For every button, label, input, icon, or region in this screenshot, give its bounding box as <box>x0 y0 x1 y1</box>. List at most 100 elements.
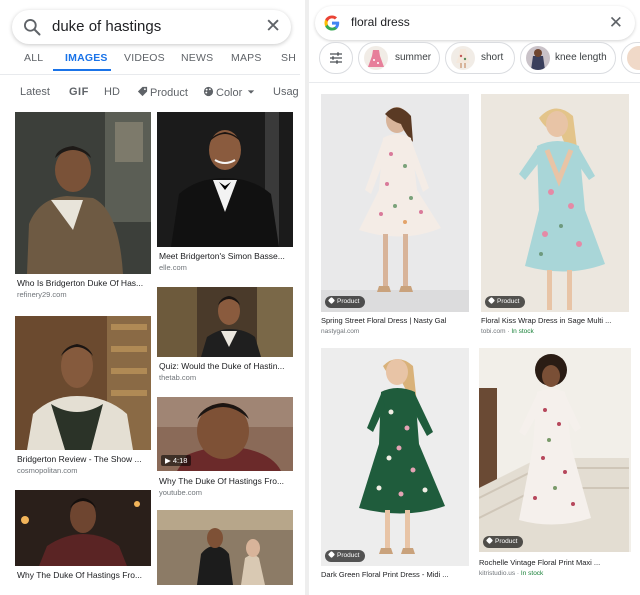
result-source: refinery29.com <box>17 290 67 299</box>
product-result[interactable]: Product Floral Kiss Wrap Dress in Sage M… <box>481 94 629 339</box>
image-result[interactable] <box>157 510 293 590</box>
chips-divider <box>309 82 640 83</box>
result-image[interactable] <box>157 112 293 247</box>
close-icon[interactable]: ✕ <box>265 17 281 36</box>
image-result[interactable]: Who Is Bridgerton Duke Of Has... refiner… <box>15 112 151 302</box>
tag-icon <box>327 550 336 559</box>
chip-more[interactable] <box>621 42 640 74</box>
result-image[interactable] <box>15 490 151 566</box>
product-badge-label: Product <box>497 298 520 305</box>
chip-knee-length[interactable]: knee length <box>520 42 616 74</box>
filter-color[interactable]: Color <box>203 86 255 99</box>
result-title[interactable]: Why The Duke Of Hastings Fro... <box>17 570 142 580</box>
result-title[interactable]: Bridgerton Review - The Show ... <box>17 454 142 464</box>
video-duration-text: 4:18 <box>172 456 188 465</box>
image-filters: Latest GIF HD Product Color Usag <box>0 86 300 100</box>
chip-label: knee length <box>555 52 607 63</box>
search-query-text[interactable]: floral dress <box>351 15 410 29</box>
product-title[interactable]: Floral Kiss Wrap Dress in Sage Multi ... <box>481 316 611 325</box>
palette-icon <box>203 86 214 97</box>
product-badge: Product <box>325 550 366 562</box>
product-search-bar[interactable]: floral dress ✕ <box>315 6 635 40</box>
chevron-down-icon <box>248 90 255 94</box>
product-badge-label: Product <box>495 538 518 545</box>
search-icon <box>24 19 41 36</box>
filter-gif[interactable]: GIF <box>69 86 89 98</box>
product-title[interactable]: Spring Street Floral Dress | Nasty Gal <box>321 316 446 325</box>
refinement-chips: summer short knee length <box>309 42 640 76</box>
filter-settings-chip[interactable] <box>319 42 353 74</box>
product-image[interactable] <box>481 94 629 312</box>
result-title[interactable]: Who Is Bridgerton Duke Of Has... <box>17 278 143 288</box>
product-source-domain: tobi.com <box>481 328 506 335</box>
tab-all[interactable]: ALL <box>24 52 43 64</box>
result-image[interactable] <box>15 112 151 274</box>
image-result[interactable]: Meet Bridgerton's Simon Basse... elle.co… <box>157 112 293 277</box>
tune-icon <box>330 52 342 64</box>
product-title[interactable]: Rochelle Vintage Floral Print Maxi ... <box>479 558 600 567</box>
chip-thumbnail <box>364 46 388 70</box>
result-title[interactable]: Why The Duke Of Hastings Fro... <box>159 476 284 486</box>
result-image[interactable] <box>157 510 293 585</box>
product-badge-label: Product <box>337 298 360 305</box>
tag-icon <box>327 296 336 305</box>
result-image[interactable] <box>157 287 293 357</box>
search-tabs: ALL IMAGES VIDEOS NEWS MAPS SH <box>0 52 300 74</box>
result-source: cosmopolitan.com <box>17 466 78 475</box>
chip-thumbnail <box>526 46 550 70</box>
search-query-text[interactable]: duke of hastings <box>52 18 161 35</box>
in-stock-label: In stock <box>520 570 544 577</box>
result-title[interactable]: Meet Bridgerton's Simon Basse... <box>159 251 285 261</box>
video-result[interactable]: ▶ 4:18 Why The Duke Of Hastings Fro... y… <box>157 397 293 499</box>
product-image[interactable] <box>321 348 469 566</box>
tab-videos[interactable]: VIDEOS <box>124 52 165 64</box>
result-source: youtube.com <box>159 488 202 497</box>
product-badge: Product <box>483 536 524 548</box>
active-tab-indicator <box>53 69 111 71</box>
product-source-domain: kitristudio.us <box>479 570 516 577</box>
google-logo-icon <box>324 15 340 31</box>
filter-product[interactable]: Product <box>137 86 188 99</box>
tab-images[interactable]: IMAGES <box>65 52 108 64</box>
chip-summer[interactable]: summer <box>358 42 440 74</box>
product-badge-label: Product <box>337 552 360 559</box>
play-icon: ▶ <box>165 456 171 465</box>
tab-maps[interactable]: MAPS <box>231 52 262 64</box>
tab-news[interactable]: NEWS <box>181 52 213 64</box>
product-image[interactable] <box>479 348 631 552</box>
result-title[interactable]: Quiz: Would the Duke of Hastin... <box>159 361 285 371</box>
close-icon[interactable]: ✕ <box>609 14 623 31</box>
image-search-bar[interactable]: duke of hastings ✕ <box>12 10 291 44</box>
product-source: kitristudio.us · In stock <box>479 570 544 577</box>
result-image[interactable] <box>15 316 151 450</box>
chip-label: summer <box>395 52 432 63</box>
result-source: thetab.com <box>159 373 197 382</box>
filter-color-label: Color <box>216 87 243 99</box>
product-title[interactable]: Dark Green Floral Print Dress - Midi ... <box>321 570 449 579</box>
product-badge: Product <box>325 296 366 308</box>
filter-usage[interactable]: Usag <box>273 86 299 98</box>
product-source: nastygal.com <box>321 328 360 335</box>
chip-thumbnail <box>627 46 640 70</box>
image-result[interactable]: Bridgerton Review - The Show ... cosmopo… <box>15 316 151 478</box>
chip-label: short <box>481 52 504 63</box>
filter-product-label: Product <box>150 87 188 99</box>
chip-short[interactable]: short <box>445 42 515 74</box>
product-result[interactable]: Product Spring Street Floral Dress | Nas… <box>321 94 469 339</box>
product-result[interactable]: Product Dark Green Floral Print Dress - … <box>321 348 469 588</box>
product-image[interactable] <box>321 94 469 312</box>
left-search-panel: duke of hastings ✕ ALL IMAGES VIDEOS NEW… <box>0 0 300 595</box>
image-result[interactable]: Why The Duke Of Hastings Fro... <box>15 490 151 590</box>
video-duration: ▶ 4:18 <box>161 455 192 466</box>
product-badge: Product <box>485 296 526 308</box>
product-result[interactable]: Product Rochelle Vintage Floral Print Ma… <box>479 348 631 588</box>
tag-icon <box>137 86 148 97</box>
filter-hd[interactable]: HD <box>104 86 120 98</box>
product-source: tobi.com · In stock <box>481 328 534 335</box>
tab-shopping[interactable]: SH <box>281 52 296 64</box>
chip-thumbnail <box>451 46 475 70</box>
filter-latest[interactable]: Latest <box>20 86 50 98</box>
right-search-panel: floral dress ✕ summer short knee length … <box>309 0 640 595</box>
tabs-divider <box>0 74 300 75</box>
image-result[interactable]: Quiz: Would the Duke of Hastin... thetab… <box>157 287 293 387</box>
